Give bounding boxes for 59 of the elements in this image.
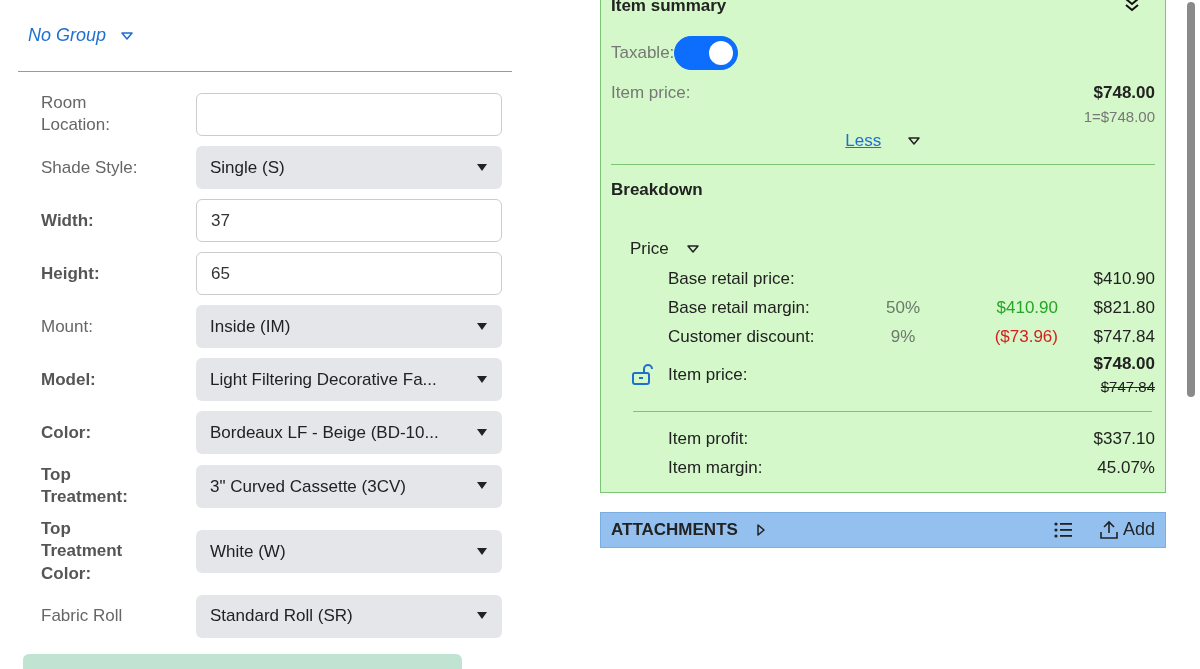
collapse-icon[interactable] bbox=[1123, 0, 1141, 13]
toggle-switch[interactable] bbox=[674, 36, 739, 70]
section-title: Breakdown bbox=[611, 178, 704, 201]
dropdown[interactable]: Standard Roll (SR) bbox=[196, 594, 502, 638]
row-label: Item profit: bbox=[668, 427, 749, 450]
field-label: Room Location: bbox=[41, 92, 111, 137]
add-button[interactable]: Add bbox=[1098, 516, 1155, 543]
percent-value: 9% bbox=[889, 325, 917, 348]
percent-value: 50% bbox=[885, 296, 921, 319]
row-label: Customer discount: bbox=[668, 325, 816, 348]
input-field[interactable]: 37 bbox=[196, 199, 502, 243]
caret-icon bbox=[476, 321, 488, 332]
dropdown[interactable]: White (W) bbox=[196, 530, 502, 573]
caret-icon bbox=[476, 427, 488, 438]
row-label: Item price: bbox=[668, 363, 748, 386]
unit-price: 1=$748.00 bbox=[1083, 106, 1155, 127]
row-value: $410.90 bbox=[1092, 267, 1155, 290]
row-value: $821.80 bbox=[1092, 296, 1155, 319]
field-label: Taxable: bbox=[611, 42, 675, 65]
field-label: Top Treatment: bbox=[41, 464, 129, 509]
dropdown[interactable]: Inside (IM) bbox=[196, 305, 502, 349]
panel-title: Item summary bbox=[611, 0, 727, 15]
row-label: Base retail margin: bbox=[668, 296, 811, 319]
less-link[interactable]: Less bbox=[845, 128, 882, 154]
row-label: Base retail price: bbox=[668, 267, 796, 290]
price-value: $748.00 bbox=[1092, 82, 1155, 104]
amount-value: $410.90 bbox=[995, 296, 1058, 319]
input-field[interactable] bbox=[196, 92, 502, 136]
upload-icon bbox=[1098, 519, 1119, 540]
row-label: Item margin: bbox=[668, 456, 763, 479]
unlock-icon[interactable] bbox=[631, 363, 654, 386]
price-section-toggle[interactable]: Price bbox=[630, 236, 669, 262]
section-title: ATTACHMENTS bbox=[611, 518, 738, 541]
row-value: $337.10 bbox=[1093, 427, 1155, 450]
original-price: $747.84 bbox=[1099, 377, 1155, 397]
field-label: Top Treatment Color: bbox=[41, 518, 124, 585]
list-icon[interactable] bbox=[1052, 520, 1073, 539]
field-label: Color: bbox=[41, 421, 93, 444]
row-value: 45.07% bbox=[1097, 456, 1155, 479]
group-dropdown[interactable]: No Group bbox=[28, 22, 107, 49]
amount-value: ($73.96) bbox=[993, 325, 1058, 348]
dropdown[interactable]: Bordeaux LF - Beige (BD-10... bbox=[196, 411, 502, 455]
field-label: Shade Style: bbox=[41, 156, 139, 179]
field-label: Fabric Roll bbox=[41, 605, 124, 628]
field-label: Height: bbox=[41, 262, 101, 285]
dropdown[interactable]: Single (S) bbox=[196, 146, 502, 190]
caret-icon bbox=[476, 546, 488, 557]
field-label: Width: bbox=[41, 209, 95, 232]
scrollbar-thumb[interactable] bbox=[1187, 2, 1195, 397]
dropdown[interactable]: 3" Curved Cassette (3CV) bbox=[196, 464, 502, 508]
input-field[interactable]: 65 bbox=[196, 252, 502, 296]
price-value: $748.00 bbox=[1093, 352, 1155, 375]
field-label: Item price: bbox=[611, 82, 691, 104]
field-label: Mount: bbox=[41, 315, 94, 338]
caret-icon bbox=[476, 162, 488, 173]
row-value: $747.84 bbox=[1092, 325, 1155, 348]
dropdown[interactable]: Light Filtering Decorative Fa... bbox=[196, 358, 502, 402]
caret-icon bbox=[476, 374, 488, 385]
field-label: Model: bbox=[41, 368, 97, 391]
